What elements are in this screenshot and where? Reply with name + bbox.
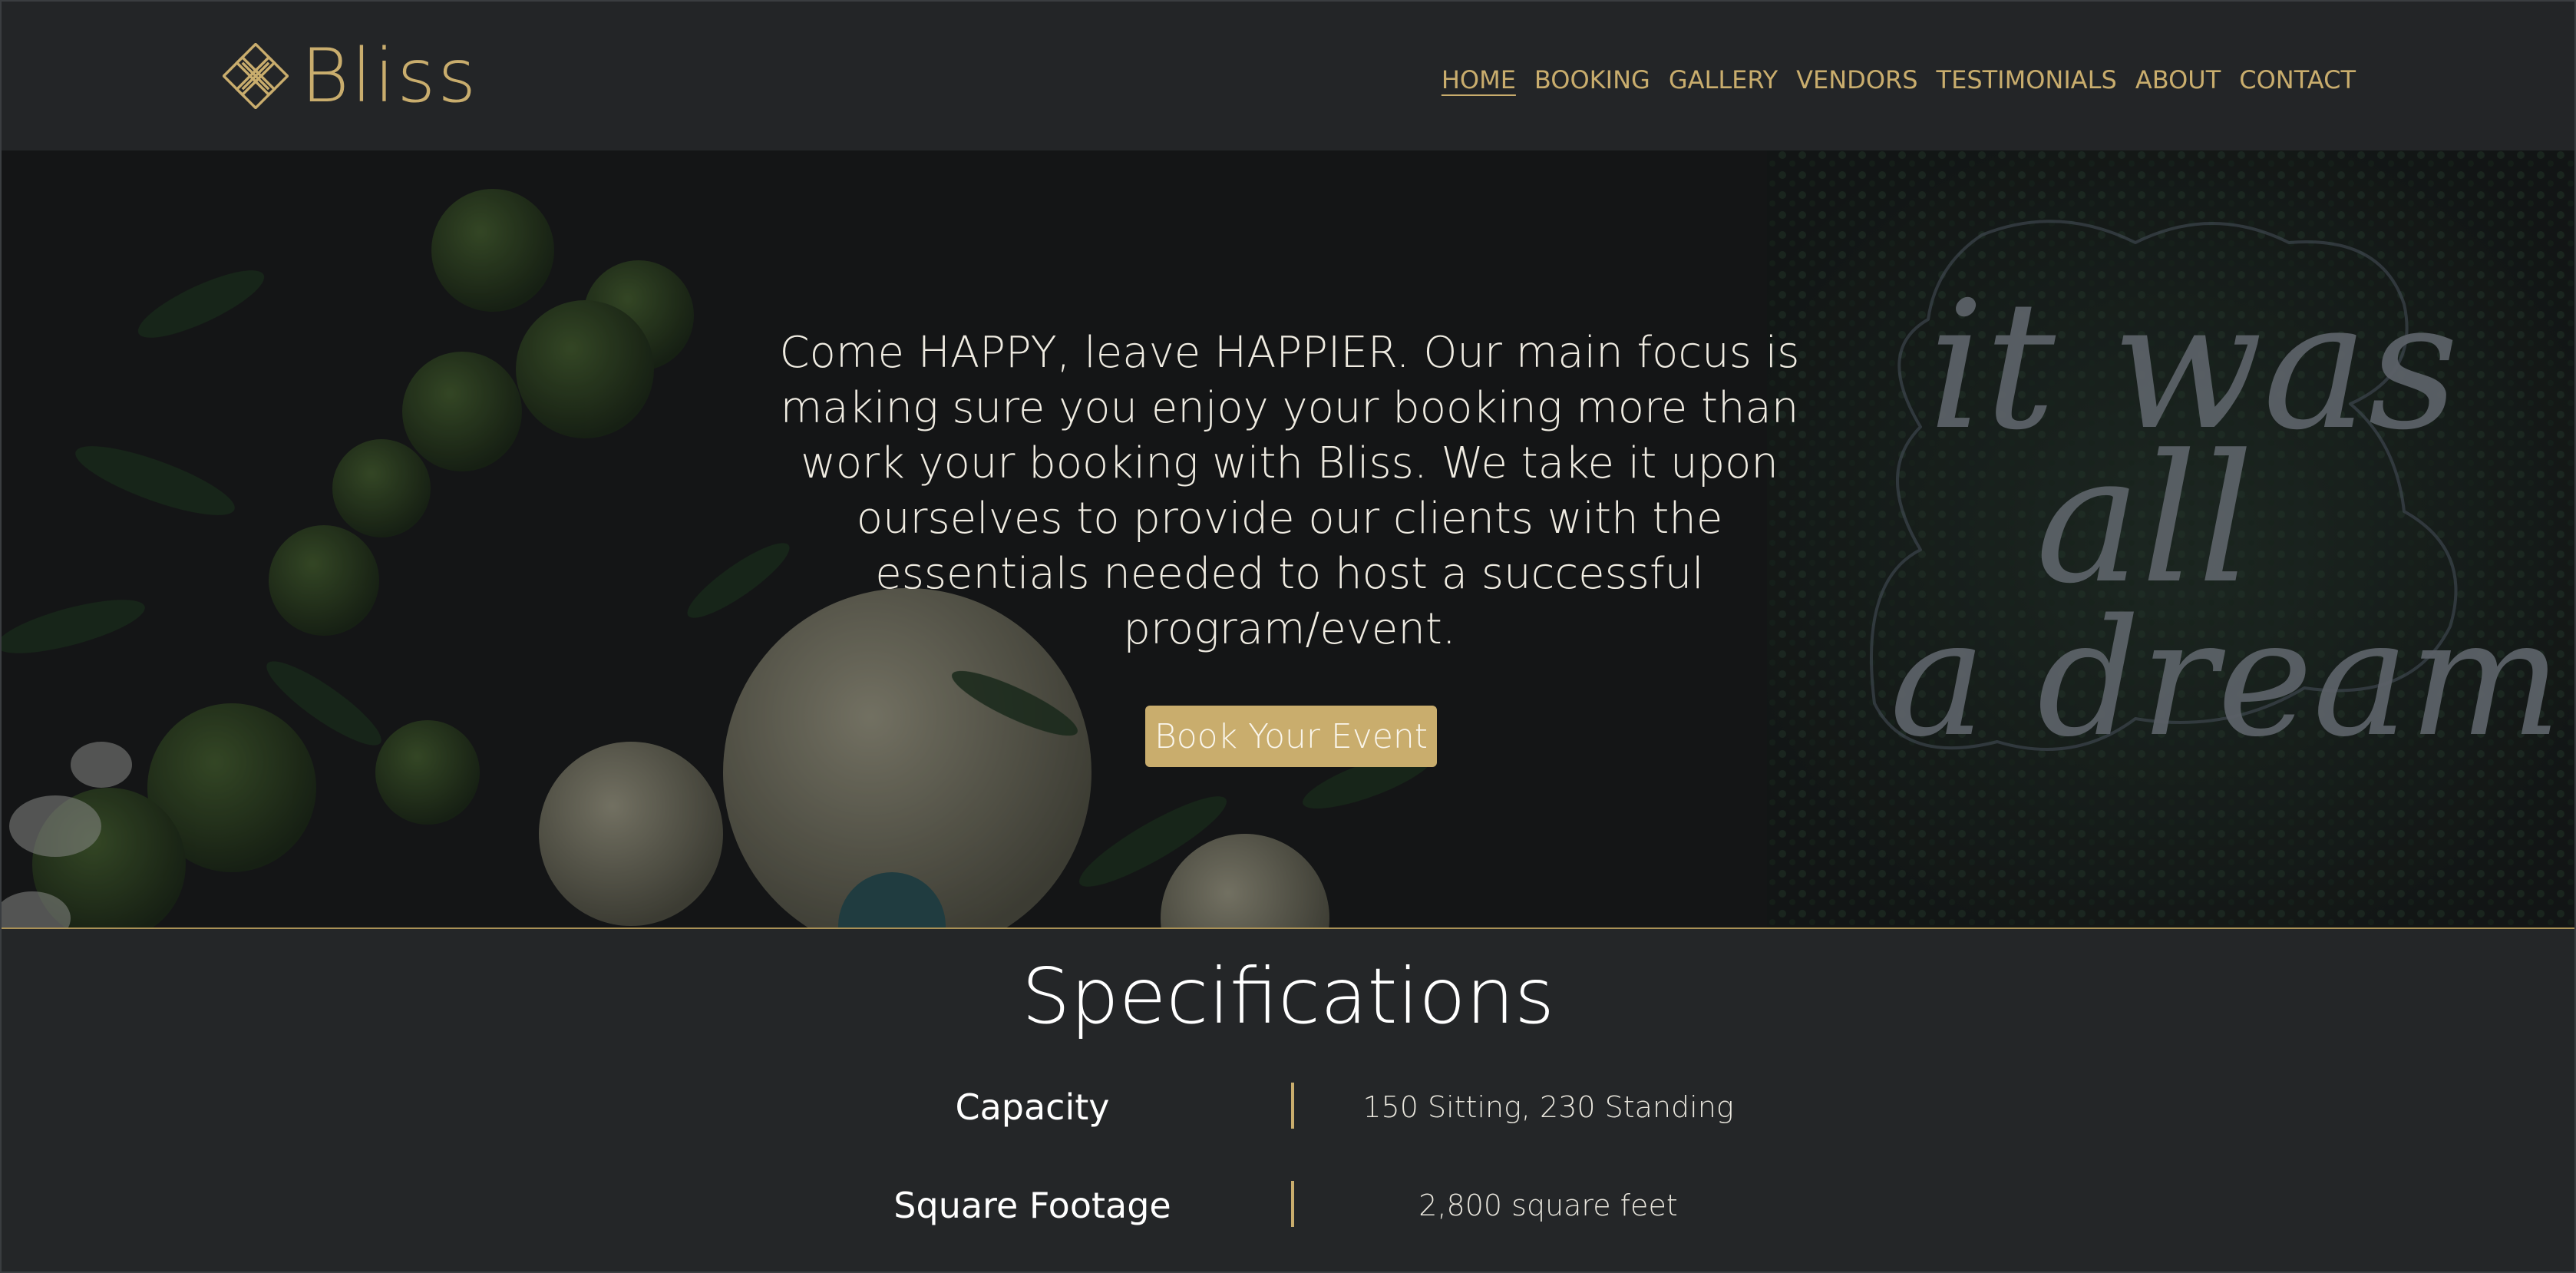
- nav-home[interactable]: HOME: [1442, 64, 1516, 97]
- specifications-title: Specifications: [1021, 951, 1555, 1041]
- spec-label: Capacity: [955, 1086, 1110, 1128]
- spec-value: 2,800 square feet: [1418, 1189, 1678, 1222]
- hero-divider: [2, 927, 2574, 929]
- nav-about[interactable]: ABOUT: [2135, 64, 2221, 97]
- hero-tagline: Come HAPPY, leave HAPPIER. Our main focu…: [752, 326, 1827, 657]
- hero-section: it was all a dream Come HAPPY, leave HAP…: [2, 150, 2574, 927]
- spec-separator: [1291, 1083, 1294, 1129]
- spec-label: Square Footage: [893, 1185, 1171, 1226]
- site-header: Bliss HOME BOOKING GALLERY VENDORS TESTI…: [2, 2, 2574, 150]
- nav-gallery[interactable]: GALLERY: [1669, 64, 1778, 97]
- browser-frame: Bliss HOME BOOKING GALLERY VENDORS TESTI…: [0, 0, 2576, 1273]
- nav-vendors[interactable]: VENDORS: [1796, 64, 1917, 97]
- spec-row-capacity: Capacity 150 Sitting, 230 Standing: [2, 1080, 2574, 1135]
- logo[interactable]: Bliss: [223, 38, 478, 114]
- logo-text: Bliss: [301, 33, 479, 119]
- spec-separator: [1291, 1181, 1294, 1227]
- lattice-knot-icon: [223, 43, 289, 109]
- hero-tagline-text: Come HAPPY, leave HAPPIER. Our main focu…: [779, 328, 1800, 654]
- spec-row-square-footage: Square Footage 2,800 square feet: [2, 1178, 2574, 1233]
- main-nav: HOME BOOKING GALLERY VENDORS TESTIMONIAL…: [1442, 64, 2356, 97]
- spec-value: 150 Sitting, 230 Standing: [1362, 1090, 1734, 1124]
- book-event-button[interactable]: Book Your Event: [1145, 706, 1437, 767]
- nav-contact[interactable]: CONTACT: [2239, 64, 2356, 97]
- nav-testimonials[interactable]: TESTIMONIALS: [1937, 64, 2117, 97]
- nav-booking[interactable]: BOOKING: [1534, 64, 1650, 97]
